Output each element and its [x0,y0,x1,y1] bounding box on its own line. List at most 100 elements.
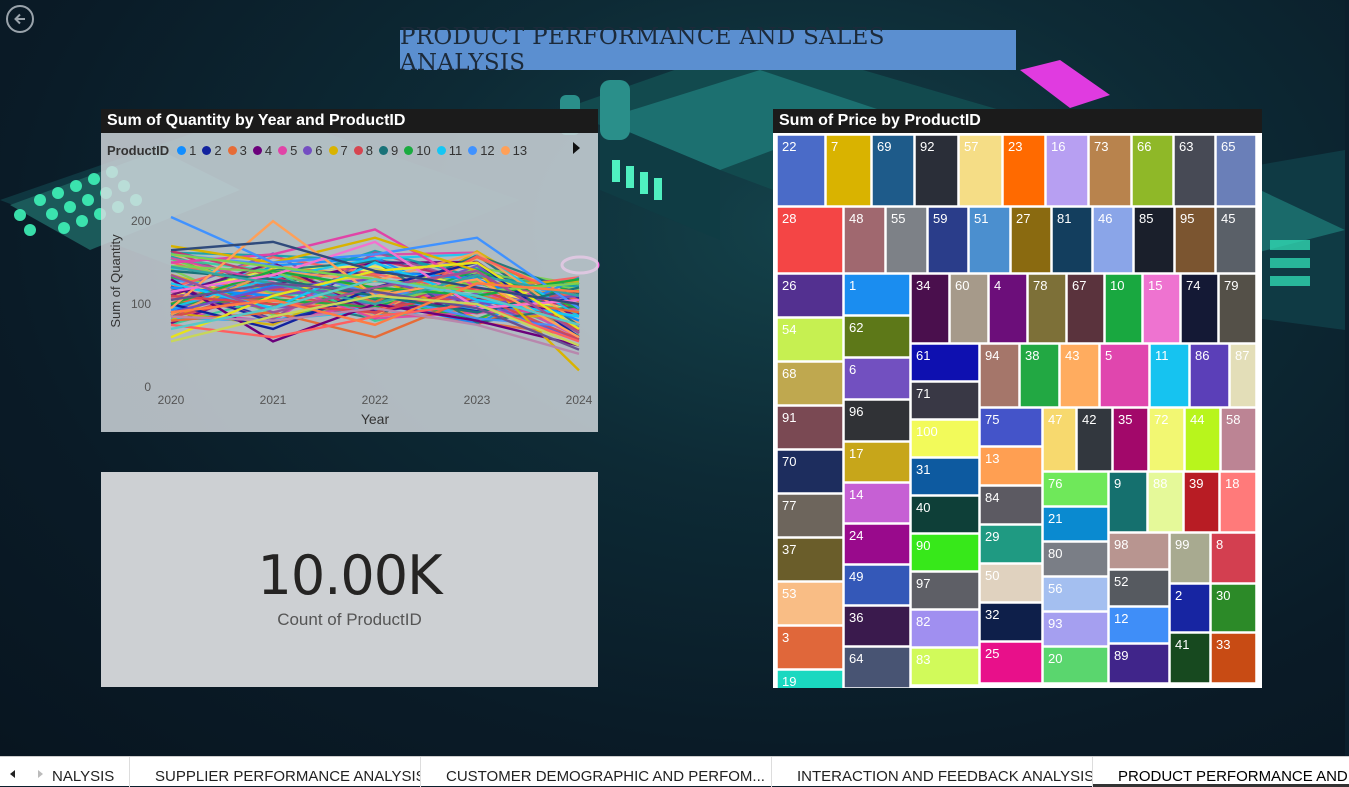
treemap-cell-label: 78 [1033,278,1047,293]
x-tick-label: 2020 [158,393,185,407]
treemap-cell-label: 19 [782,674,796,688]
treemap-cell-label: 96 [849,404,863,419]
treemap-cell-label: 7 [831,139,838,154]
treemap-cell-label: 50 [985,568,999,583]
treemap-cell-label: 70 [782,454,796,469]
treemap-cell-label: 99 [1175,537,1189,552]
treemap-cell-label: 26 [782,278,796,293]
x-tick-label: 2023 [464,393,491,407]
treemap-cell-label: 38 [1025,348,1039,363]
treemap-cell-label: 2 [1175,588,1182,603]
y-tick-label: 200 [131,214,151,228]
treemap-cell-label: 100 [916,424,938,439]
y-tick-label: 100 [131,297,151,311]
treemap-cell-label: 76 [1048,476,1062,491]
treemap-cell-label: 68 [782,366,796,381]
treemap-cell-label: 37 [782,542,796,557]
treemap-cell-label: 9 [1114,476,1121,491]
tab-product-performance[interactable]: PRODUCT PERFORMANCE AND SA [1093,757,1349,787]
treemap-cell-label: 94 [985,348,999,363]
treemap-cell-label: 65 [1221,139,1235,154]
tab-interaction-feedback[interactable]: INTERACTION AND FEEDBACK ANALYSIS [772,757,1093,787]
treemap-cell-label: 95 [1180,211,1194,226]
treemap-cell-label: 77 [782,498,796,513]
treemap-cell-label: 63 [1179,139,1193,154]
treemap-cell-label: 1 [849,278,856,293]
treemap-cell-label: 55 [891,211,905,226]
treemap-cell-label: 52 [1114,574,1128,589]
treemap-cell-label: 82 [916,614,930,629]
tabs-scroll-right-icon[interactable] [38,770,43,778]
treemap-cell-label: 49 [849,569,863,584]
x-tick-label: 2024 [566,393,593,407]
treemap-cell-label: 18 [1225,476,1239,491]
x-axis-label: Year [361,411,390,427]
treemap-cell-label: 17 [849,446,863,461]
treemap-cell-label: 71 [916,386,930,401]
back-button[interactable] [6,5,34,33]
treemap-cell-label: 4 [994,278,1001,293]
treemap-cell-label: 36 [849,610,863,625]
treemap-cell-label: 32 [985,607,999,622]
treemap-cell-label: 92 [920,139,934,154]
treemap-panel[interactable]: 22 7 69 92 57 23 16 73 66 63 65 28 48 55 59 51 27 81 46 85 9… [773,133,1262,688]
treemap-cell-label: 25 [985,646,999,661]
line-chart-panel[interactable]: ProductID 1 2 3 4 5 6 7 8 9 10 11 12 13 200 100 0 2020 2… [101,133,598,432]
page-title: PRODUCT PERFORMANCE AND SALES ANALYSIS [400,24,885,76]
treemap-cell-label: 14 [849,487,863,502]
treemap-cell-label: 12 [1114,611,1128,626]
treemap-cell-label: 15 [1148,278,1162,293]
treemap-cell-label: 66 [1137,139,1151,154]
treemap-cell-label: 23 [1008,139,1022,154]
treemap-cell-label: 13 [985,451,999,466]
treemap-cell-label: 93 [1048,616,1062,631]
tabs-scroll-left-icon[interactable] [10,770,15,778]
treemap-cell-label: 8 [1216,537,1223,552]
treemap-cell-label: 90 [916,538,930,553]
treemap-cell-label: 30 [1216,588,1230,603]
treemap-cell-label: 61 [916,348,930,363]
treemap-cell-label: 48 [849,211,863,226]
x-tick-label: 2021 [260,393,287,407]
treemap-cell-label: 75 [985,412,999,427]
treemap-cell-label: 51 [974,211,988,226]
treemap-cell-label: 72 [1154,412,1168,427]
treemap-svg: 22 7 69 92 57 23 16 73 66 63 6528 48 55 59 51 27 81 46 85 9… [776,134,1257,688]
tab-customer-demographic[interactable]: CUSTOMER DEMOGRAPHIC AND PERFOM... [421,757,772,787]
treemap-cell-label: 88 [1153,476,1167,491]
y-tick-label: 0 [144,380,151,394]
treemap-cell-label: 33 [1216,637,1230,652]
treemap-cell-label: 46 [1098,211,1112,226]
treemap-cell-label: 11 [1155,348,1169,363]
treemap-cell-label: 34 [916,278,930,293]
treemap-cell-label: 22 [782,139,796,154]
treemap-cell-label: 6 [849,362,856,377]
treemap-cell-label: 56 [1048,581,1062,596]
treemap-cell-label: 16 [1051,139,1065,154]
treemap-cell-label: 80 [1048,546,1062,561]
treemap-cell-label: 20 [1048,651,1062,666]
treemap-cell-label: 28 [782,211,796,226]
y-axis-label: Sum of Quantity [108,234,123,328]
treemap-cell-label: 42 [1082,412,1096,427]
treemap-cell-label: 35 [1118,412,1132,427]
treemap-cell-label: 5 [1105,348,1112,363]
treemap-cell-label: 81 [1057,211,1071,226]
treemap-cell-label: 86 [1195,348,1209,363]
tab-analysis[interactable]: NALYSIS [50,757,130,787]
kpi-card[interactable]: 10.00K Count of ProductID [101,472,598,687]
treemap-cell-label: 44 [1190,412,1204,427]
treemap-cell-label: 98 [1114,537,1128,552]
treemap-cell-label: 84 [985,490,999,505]
treemap-cell-label: 60 [955,278,969,293]
treemap-cell-label: 67 [1072,278,1086,293]
treemap-cell-label: 47 [1048,412,1062,427]
treemap-cell-label: 53 [782,586,796,601]
line-chart-title: Sum of Quantity by Year and ProductID [101,109,598,133]
treemap-cell-label: 73 [1094,139,1108,154]
kpi-value: 10.00K [257,544,442,607]
treemap-cell-label: 40 [916,500,930,515]
tab-supplier-performance[interactable]: SUPPLIER PERFORMANCE ANALYSIS [130,757,421,787]
treemap-cell-label: 31 [916,462,930,477]
treemap-cell-label: 43 [1065,348,1079,363]
